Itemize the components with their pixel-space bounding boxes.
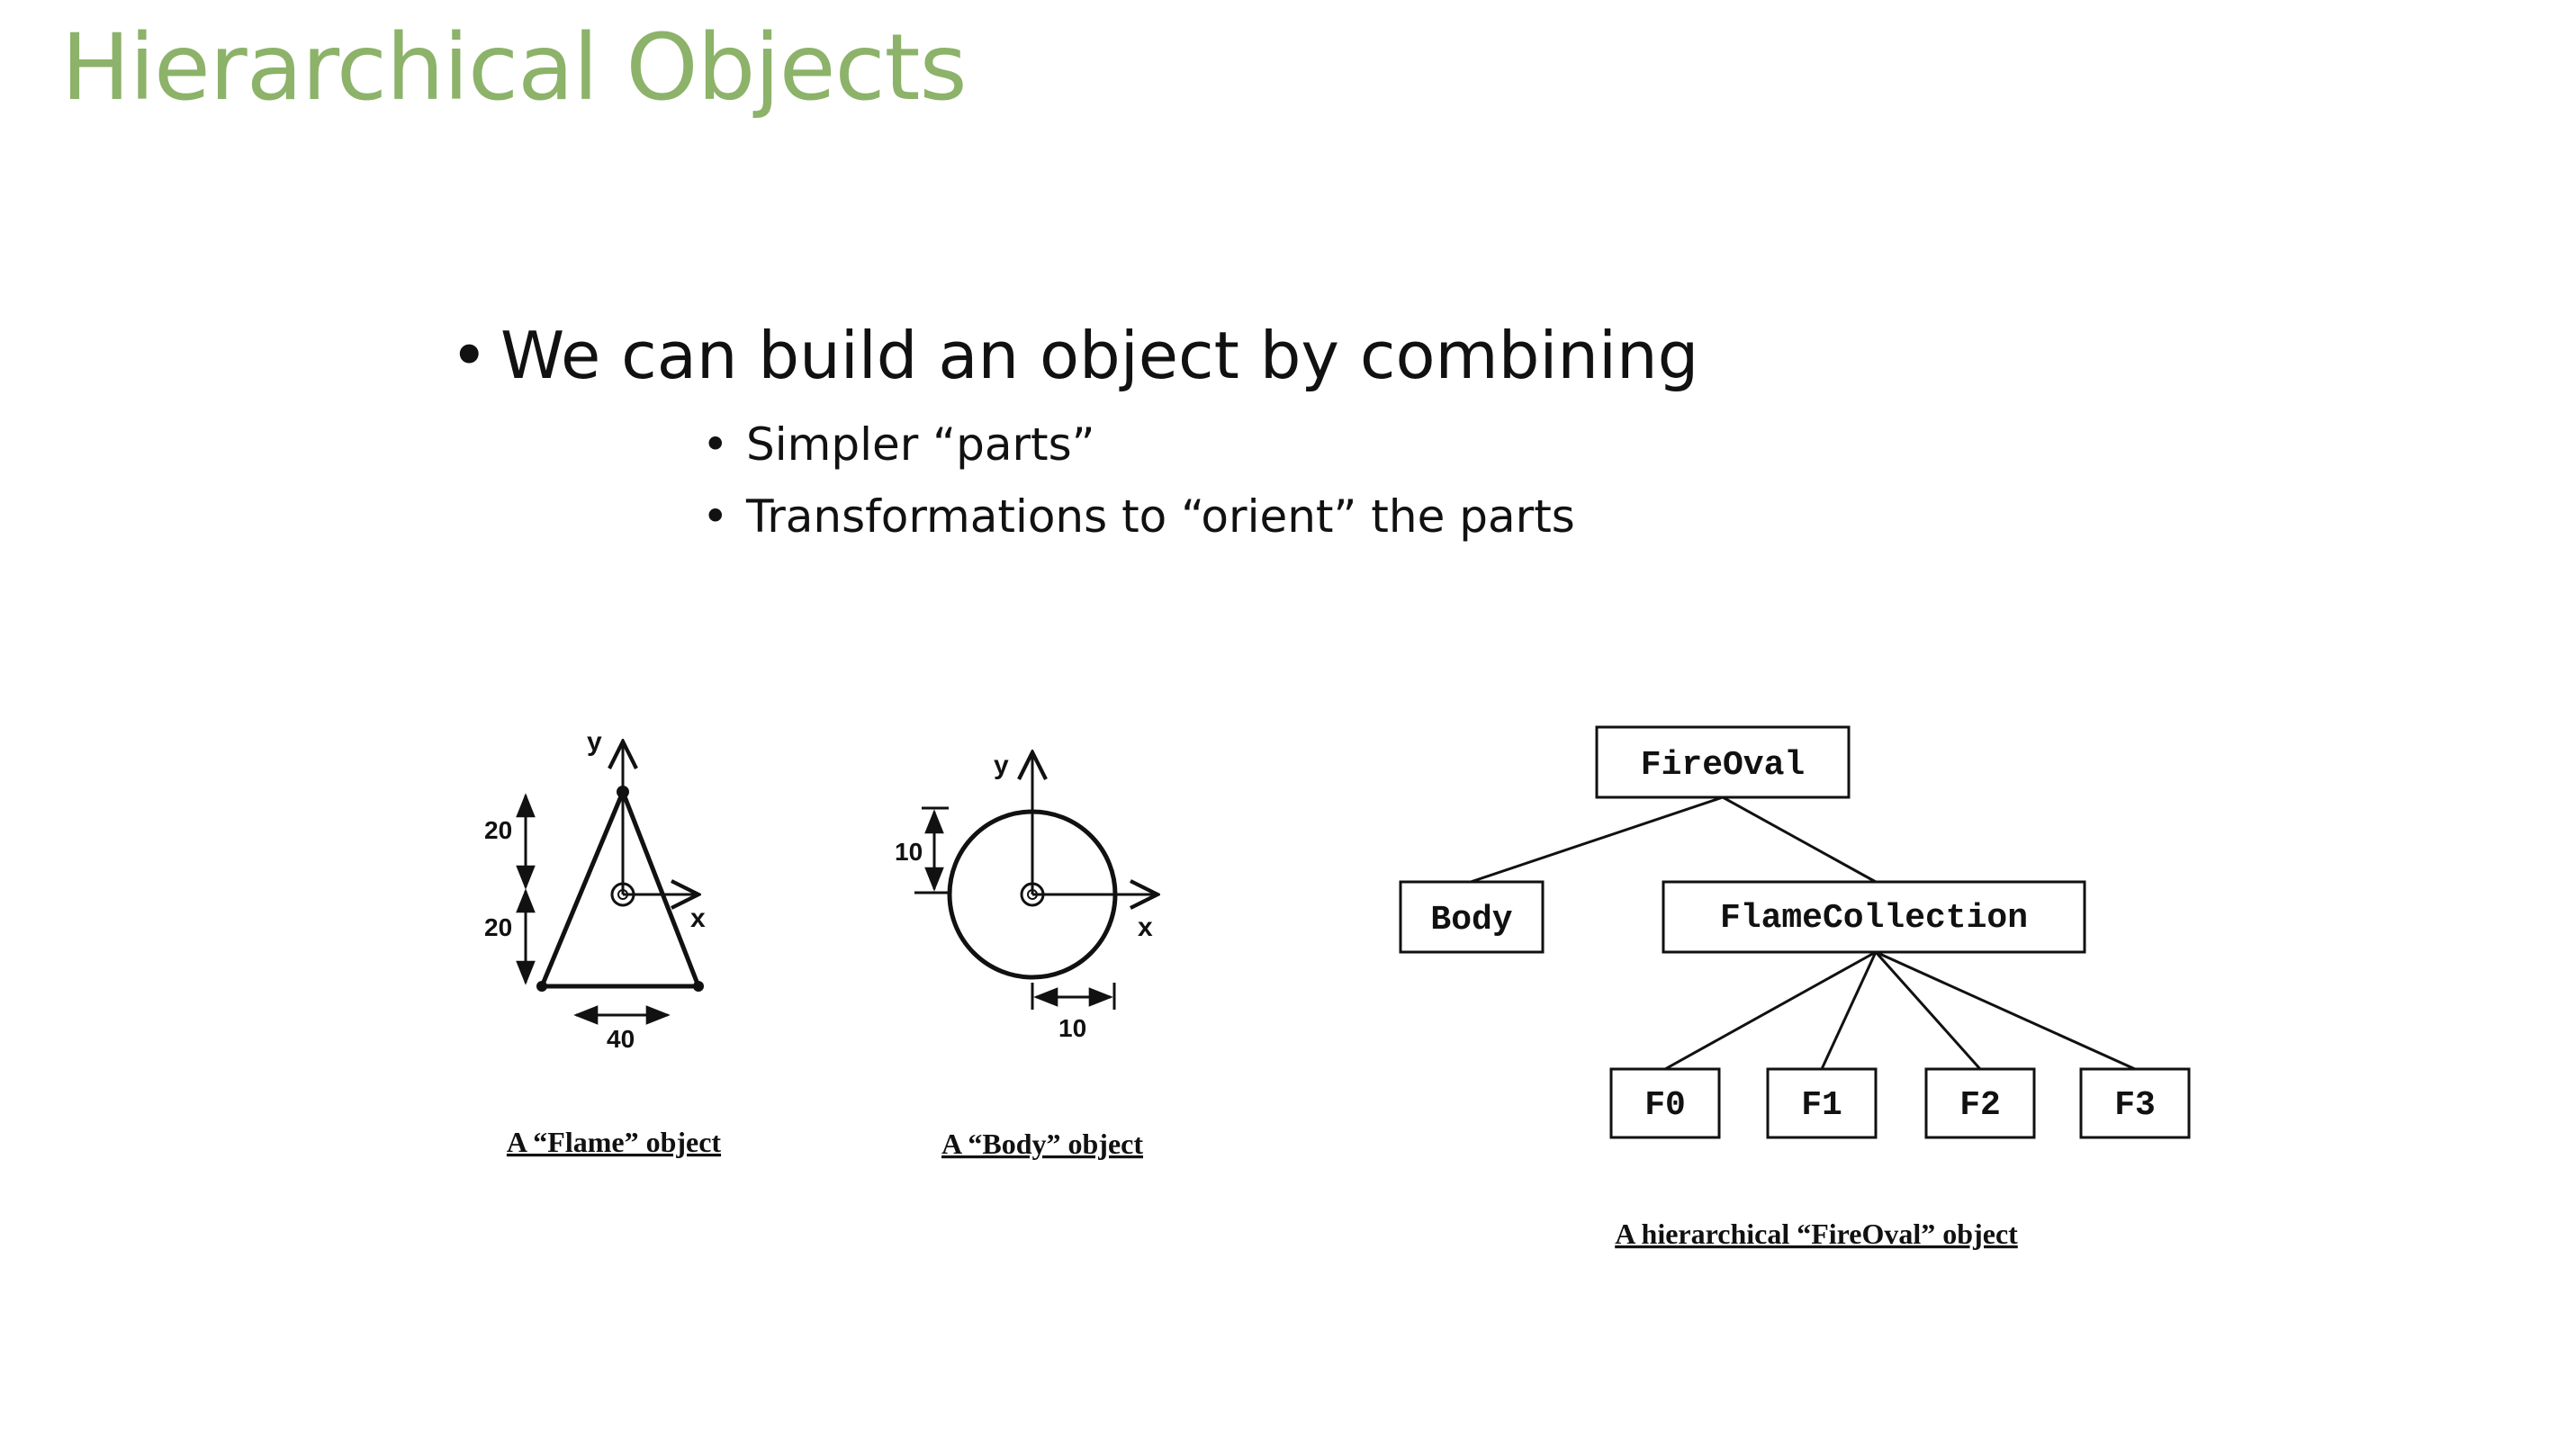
tree-edge-fc-f0 (1664, 950, 1877, 1071)
flame-y-label: y (587, 727, 602, 757)
body-y-label: y (994, 750, 1009, 780)
body-figure: y x 10 10 A “Body” object (895, 750, 1157, 1160)
tree-edge-fc-f2 (1874, 951, 1982, 1070)
flame-figure: y x 20 20 40 A “Flame” object (484, 727, 721, 1158)
tree-edge-root-body (1470, 795, 1724, 884)
body-radius-horizontal-label: 10 (1058, 1014, 1086, 1042)
tree-node-f2-label: F2 (1959, 1086, 2001, 1125)
tree-node-f0: F0 (1609, 1067, 1721, 1139)
tree-node-f0-label: F0 (1644, 1086, 1686, 1125)
fireoval-tree: FireOval Body FlameCollection F0 F1 F2 F… (1399, 725, 2191, 1250)
tree-node-fireoval: FireOval (1595, 725, 1851, 799)
flame-x-label: x (690, 903, 706, 933)
tree-node-flamecollection: FlameCollection (1662, 880, 2086, 954)
flame-base-left-point (536, 981, 547, 992)
flame-triangle (538, 786, 702, 989)
flame-base-right-point (693, 981, 704, 992)
tree-node-f1-label: F1 (1801, 1086, 1842, 1125)
tree-node-body: Body (1399, 880, 1545, 954)
tree-node-f3: F3 (2079, 1067, 2191, 1139)
tree-node-f2: F2 (1924, 1067, 2036, 1139)
tree-node-f3-label: F3 (2114, 1086, 2156, 1125)
body-x-label: x (1138, 912, 1153, 942)
tree-node-flamecollection-label: FlameCollection (1720, 899, 2028, 938)
flame-caption: A “Flame” object (507, 1126, 722, 1158)
tree-node-f1: F1 (1766, 1067, 1878, 1139)
tree-node-fireoval-label: FireOval (1641, 746, 1805, 785)
tree-caption: A hierarchical “FireOval” object (1615, 1218, 2018, 1250)
tree-edge-fc-f3 (1875, 950, 2136, 1071)
flame-width-label: 40 (607, 1025, 635, 1053)
body-radius-vertical-label: 10 (895, 838, 923, 866)
tree-node-body-label: Body (1430, 901, 1512, 939)
flame-height-lower-label: 20 (484, 913, 512, 941)
tree-edge-fc-f1 (1820, 951, 1878, 1070)
diagram-canvas: y x 20 20 40 A “Flame” object y x 10 10 … (484, 725, 2191, 1250)
body-caption: A “Body” object (941, 1128, 1143, 1160)
flame-height-upper-label: 20 (484, 816, 512, 844)
tree-edge-root-flamecollection (1722, 795, 1877, 884)
